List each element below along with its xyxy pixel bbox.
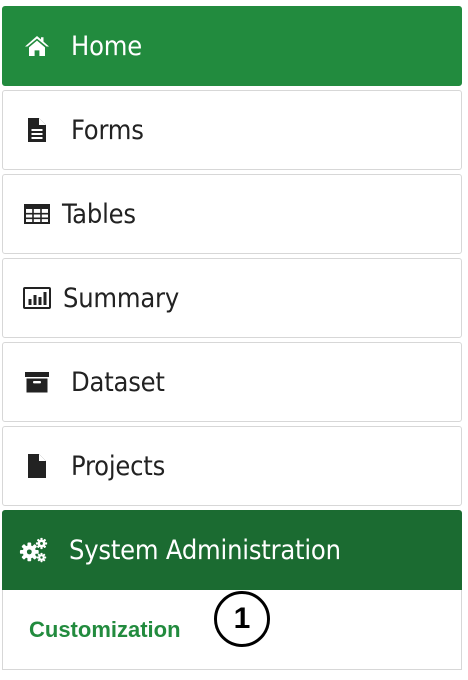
nav-item-dataset[interactable]: Dataset: [2, 342, 462, 422]
submenu-item-label: Customization: [29, 616, 181, 642]
callout-number-badge: 1: [214, 591, 270, 647]
nav-item-label: Tables: [62, 198, 136, 230]
callout-number: 1: [233, 602, 251, 635]
nav-item-forms[interactable]: Forms: [2, 90, 462, 170]
nav-item-home[interactable]: Home: [2, 6, 462, 86]
home-icon: [22, 31, 52, 61]
table-icon: [22, 199, 52, 229]
nav-item-tables[interactable]: Tables: [2, 174, 462, 254]
nav-item-label: System Administration: [69, 534, 341, 566]
nav-item-label: Forms: [71, 114, 144, 146]
archive-icon: [22, 367, 52, 397]
file-icon: [22, 451, 52, 481]
bar-chart-icon: [22, 283, 52, 313]
nav-item-projects[interactable]: Projects: [2, 426, 462, 506]
nav-item-label: Summary: [63, 282, 179, 314]
sidebar-nav: Home Forms Tables Summary Dataset Projec…: [2, 6, 462, 670]
nav-item-label: Dataset: [71, 366, 165, 398]
nav-item-label: Projects: [71, 450, 166, 482]
nav-item-summary[interactable]: Summary: [2, 258, 462, 338]
nav-item-system-administration[interactable]: System Administration: [2, 510, 462, 590]
nav-item-label: Home: [71, 30, 142, 62]
gears-icon: [19, 535, 49, 565]
document-icon: [22, 115, 52, 145]
